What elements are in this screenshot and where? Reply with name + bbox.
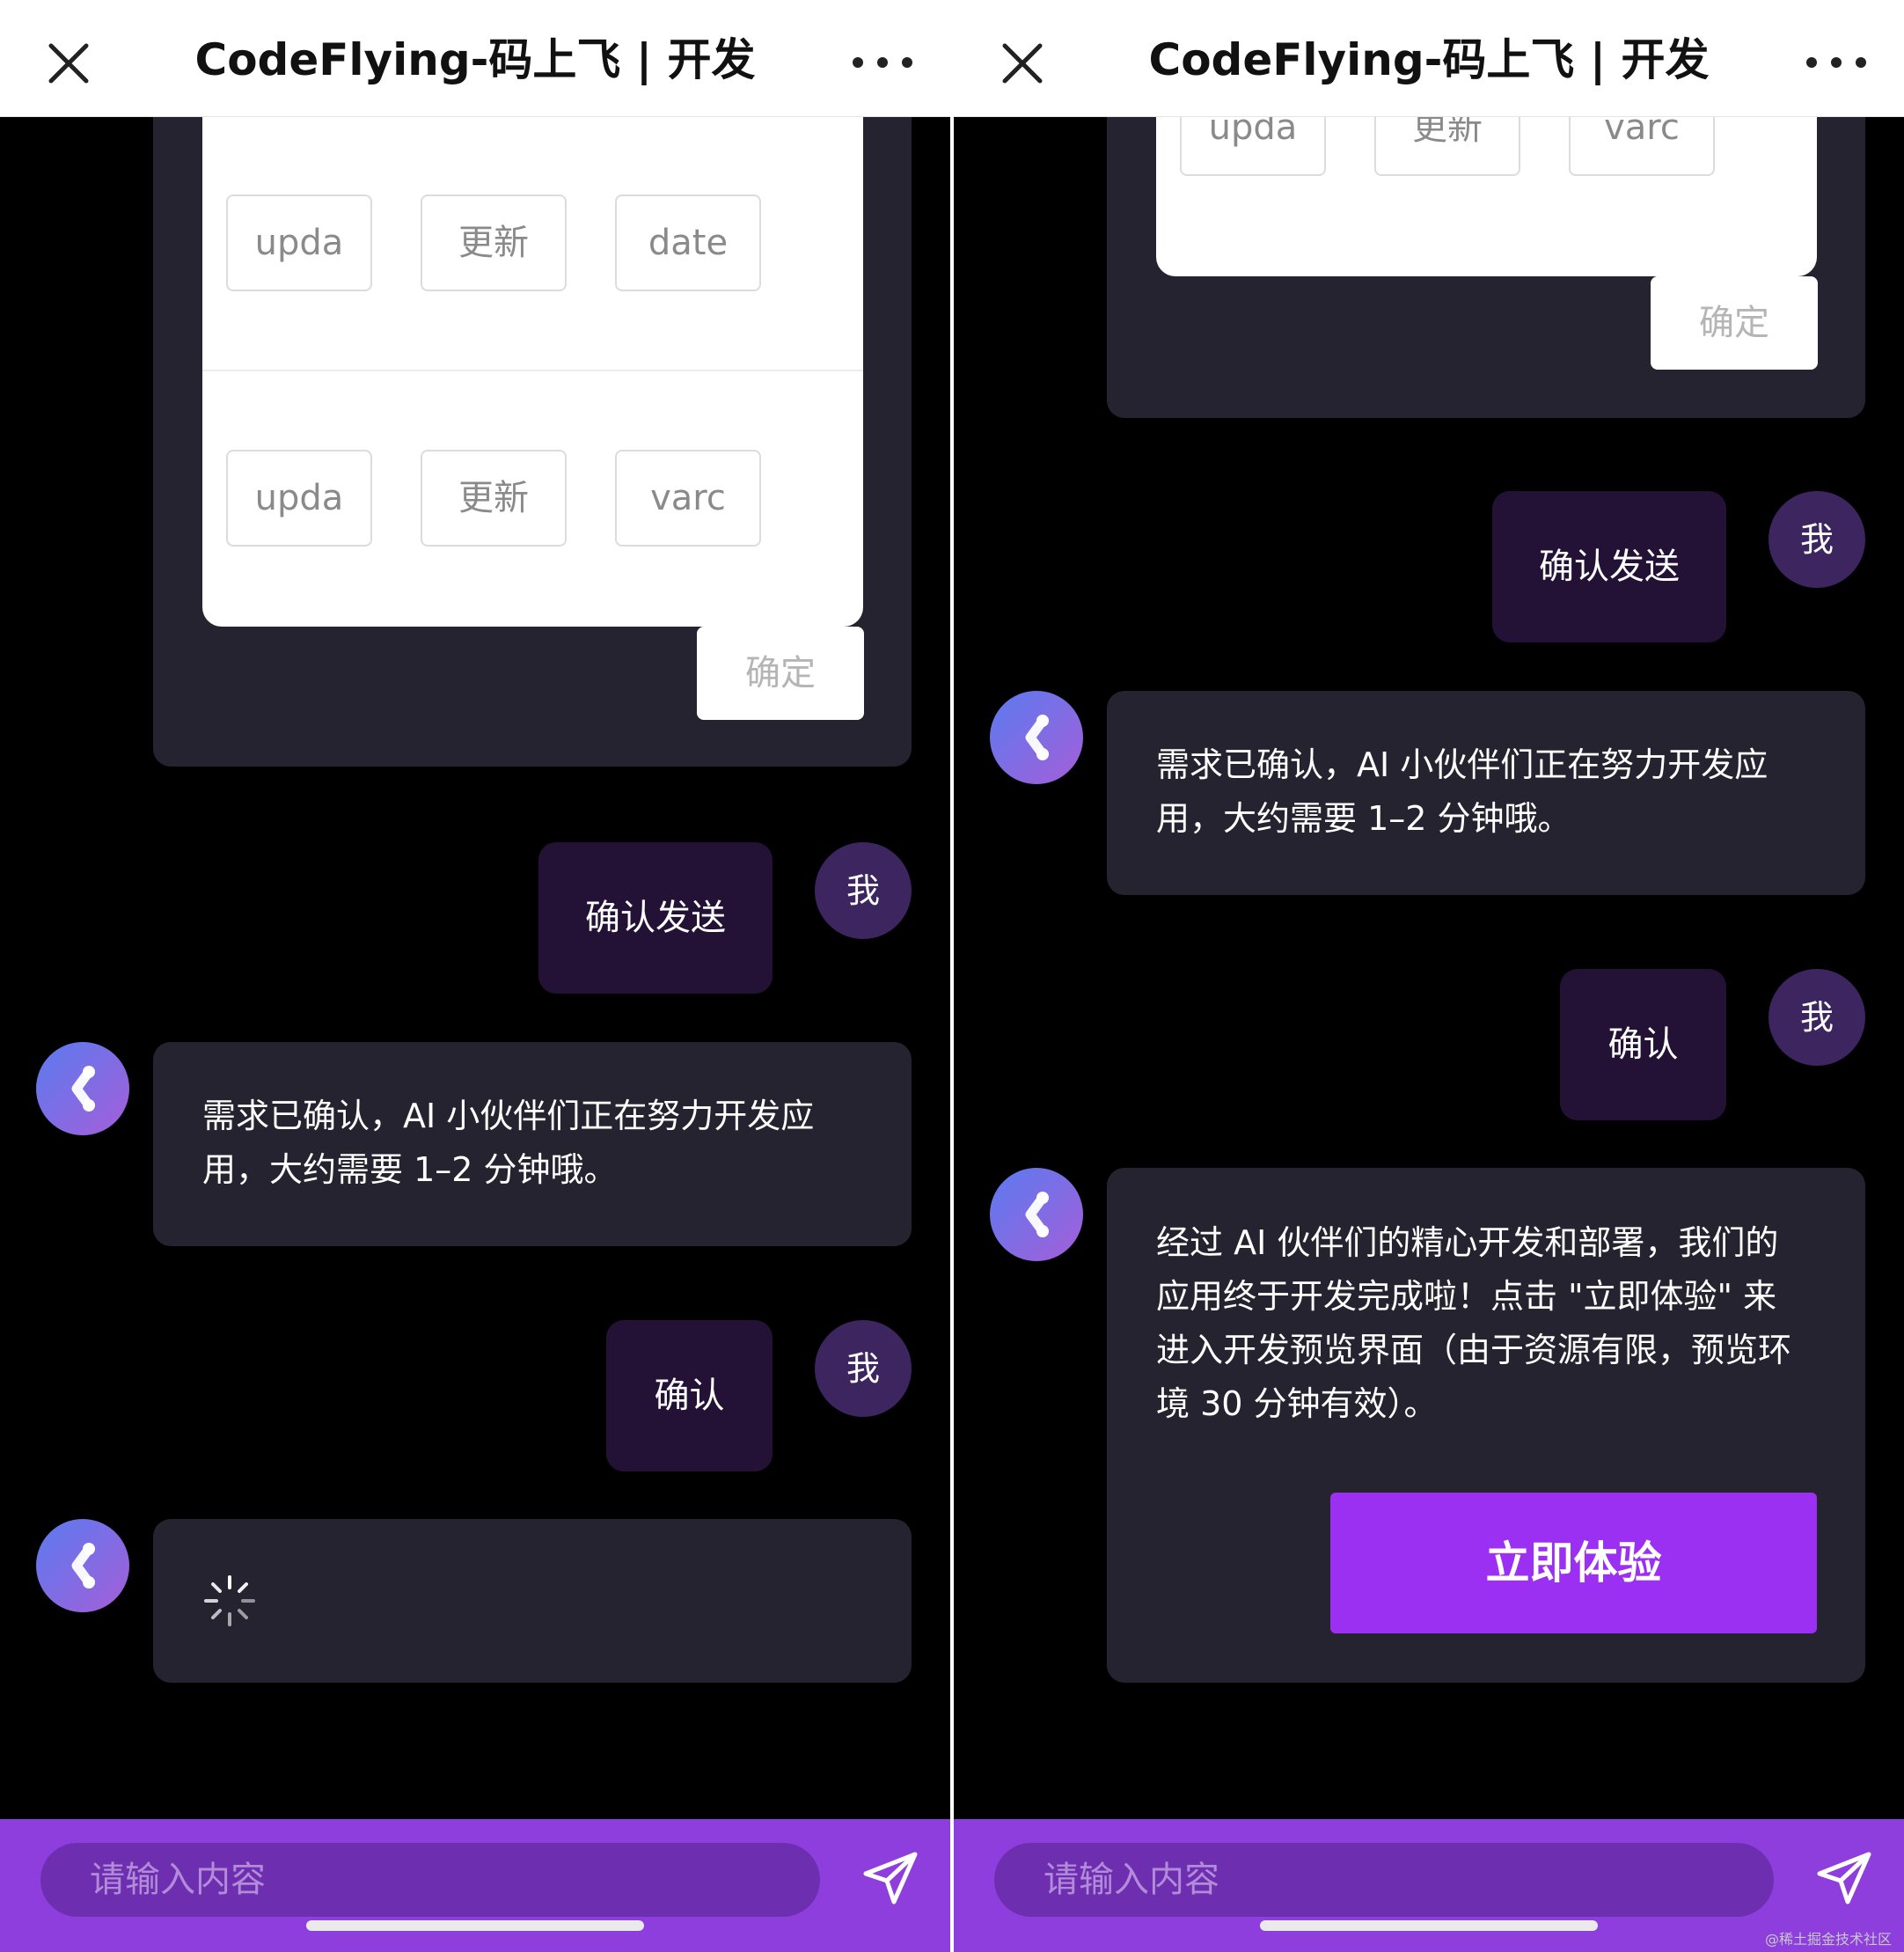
loading-spinner-icon bbox=[204, 1575, 255, 1626]
user-avatar: 我 bbox=[815, 1320, 912, 1417]
bot-message-line: 用，大约需要 1–2 分钟哦。 bbox=[1156, 799, 1571, 838]
bot-logo-icon bbox=[1025, 715, 1049, 760]
message-input[interactable] bbox=[994, 1843, 1774, 1917]
confirm-button[interactable]: 确定 bbox=[697, 627, 864, 720]
field-type-input[interactable]: date bbox=[615, 194, 761, 291]
more-icon[interactable] bbox=[1804, 49, 1869, 76]
home-indicator bbox=[306, 1920, 644, 1931]
bot-message-line: 需求已确认，AI 小伙伴们正在努力开发应 bbox=[1156, 745, 1769, 784]
user-message: 确认发送 bbox=[538, 842, 773, 994]
send-icon[interactable] bbox=[860, 1847, 922, 1909]
confirm-button[interactable]: 确定 bbox=[1651, 276, 1818, 370]
user-message: 确认发送 bbox=[1492, 491, 1726, 642]
bot-avatar bbox=[990, 1168, 1083, 1261]
send-icon[interactable] bbox=[1814, 1847, 1876, 1909]
right-phone-screen: upda 更新 varc 确定 确认发送 我 需求已确认，AI 小伙伴们正在努力… bbox=[954, 0, 1904, 1952]
bot-message-complete: 经过 AI 伙伴们的精心开发和部署，我们的 应用终于开发完成啦！点击 "立即体验… bbox=[1107, 1168, 1865, 1683]
bot-logo-icon bbox=[71, 1066, 95, 1112]
page-title: CodeFlying-码上飞 | 开发 bbox=[1148, 34, 1710, 85]
input-bar bbox=[0, 1819, 950, 1952]
left-phone-screen: upda 更新 date upda 更新 varc 确定 确认发送 我 需求已确… bbox=[0, 0, 950, 1952]
user-message: 确认 bbox=[606, 1320, 773, 1471]
field-label-input[interactable]: 更新 bbox=[421, 450, 567, 547]
bot-message-line: 需求已确认，AI 小伙伴们正在努力开发应 bbox=[202, 1097, 815, 1135]
bot-message-line: 经过 AI 伙伴们的精心开发和部署，我们的 bbox=[1156, 1223, 1779, 1262]
user-avatar: 我 bbox=[1769, 969, 1865, 1066]
bot-logo-icon bbox=[71, 1543, 95, 1589]
bot-message: 需求已确认，AI 小伙伴们正在努力开发应 用，大约需要 1–2 分钟哦。 bbox=[153, 1042, 912, 1246]
input-bar bbox=[954, 1819, 1904, 1952]
bot-message-loading bbox=[153, 1519, 912, 1683]
user-avatar: 我 bbox=[815, 842, 912, 939]
field-name-input[interactable]: upda bbox=[226, 194, 372, 291]
user-message: 确认 bbox=[1560, 969, 1726, 1120]
bot-avatar bbox=[36, 1042, 129, 1135]
bot-message: 需求已确认，AI 小伙伴们正在努力开发应 用，大约需要 1–2 分钟哦。 bbox=[1107, 691, 1865, 895]
row-divider bbox=[202, 370, 863, 371]
bot-avatar bbox=[36, 1519, 129, 1612]
title-bar: CodeFlying-码上飞 | 开发 bbox=[0, 0, 950, 117]
more-icon[interactable] bbox=[850, 49, 915, 76]
title-bar: CodeFlying-码上飞 | 开发 bbox=[954, 0, 1904, 117]
bot-message-line: 应用终于开发完成啦！点击 "立即体验" 来 bbox=[1156, 1277, 1777, 1316]
bot-avatar bbox=[990, 691, 1083, 784]
field-label-input[interactable]: 更新 bbox=[421, 194, 567, 291]
home-indicator bbox=[1260, 1920, 1598, 1931]
try-now-button[interactable]: 立即体验 bbox=[1330, 1493, 1817, 1633]
message-input[interactable] bbox=[40, 1843, 820, 1917]
user-avatar: 我 bbox=[1769, 491, 1865, 588]
field-panel: upda 更新 date upda 更新 varc bbox=[202, 88, 863, 627]
page-title: CodeFlying-码上飞 | 开发 bbox=[194, 34, 756, 85]
bot-logo-icon bbox=[1025, 1192, 1049, 1237]
field-name-input[interactable]: upda bbox=[226, 450, 372, 547]
bot-message-line: 用，大约需要 1–2 分钟哦。 bbox=[202, 1150, 618, 1189]
field-type-input[interactable]: varc bbox=[615, 450, 761, 547]
bot-message-line: 境 30 分钟有效）。 bbox=[1156, 1384, 1438, 1423]
bot-message-line: 进入开发预览界面（由于资源有限，预览环 bbox=[1156, 1331, 1792, 1369]
watermark: @稀土掘金技术社区 bbox=[1764, 1931, 1892, 1948]
